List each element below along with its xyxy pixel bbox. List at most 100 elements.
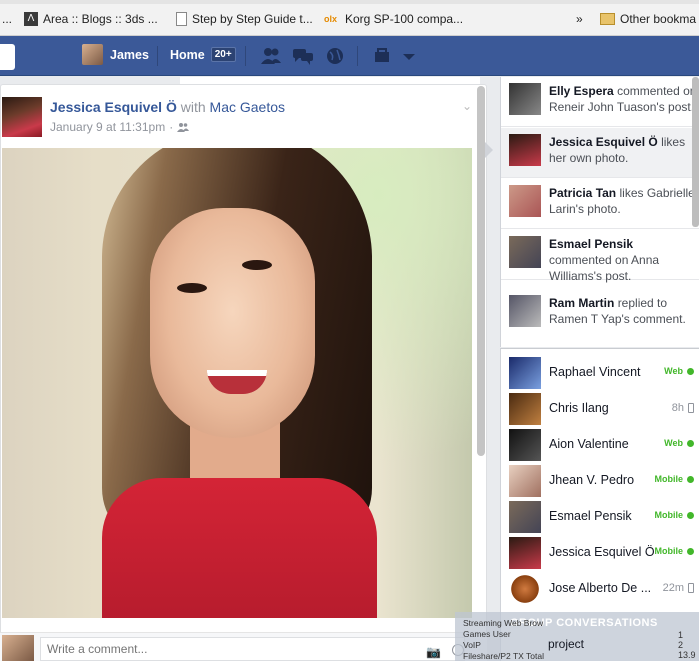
ticker-item[interactable]: Patricia Tan likes Gabrielle Larin's pho… [501,179,699,229]
mobile-phone-icon [688,583,694,593]
folder-icon [600,13,615,25]
contact-status: 8h [672,402,694,414]
home-link[interactable]: Home 20+ [170,47,236,62]
bookmark-item-step-guide[interactable]: Step by Step Guide t... [176,10,313,28]
post-meta: January 9 at 11:31pm · [50,120,190,134]
avatar [509,295,541,327]
contact-name: Aion Valentine [549,437,629,451]
ticker-item[interactable]: Jessica Esquivel Ö likes her own photo. [501,128,699,178]
privacy-shortcuts-icon[interactable] [372,46,394,66]
net-line: Fileshare/P2 TX Total [463,651,588,661]
ticker-item[interactable]: Ram Martin replied to Ramen T Yap's comm… [501,289,699,339]
net-label: VoIP [463,640,481,650]
status-label: Web [664,438,683,448]
post-options-chevron-icon[interactable]: ⌄ [462,99,472,113]
ticker-actor: Ram Martin [549,296,615,310]
status-label: 8h [671,402,684,414]
status-label: Mobile [654,474,684,484]
photo-face [150,208,315,438]
friends-icon[interactable] [177,122,190,132]
corner-value: 13.9 [678,650,696,660]
corner-readout: 1 2 13.9 [678,630,696,660]
notifications-globe-icon[interactable] [324,46,346,66]
net-label: Games [463,629,491,639]
ticker-text: Patricia Tan likes Gabrielle Larin's pho… [549,185,699,217]
area-logo-icon: Λ [24,12,38,26]
ticker-actor: Jessica Esquivel Ö [549,135,658,149]
chat-contact[interactable]: Jose Alberto De ... 22m [501,571,699,607]
chat-contact[interactable]: Jessica Esquivel Ö Mobile [501,535,699,571]
other-bookmarks-label: Other bookma [620,12,697,26]
chat-contact[interactable]: Jhean V. Pedro Mobile [501,463,699,499]
avatar [509,134,541,166]
chat-contact[interactable]: Raphael Vincent Web [501,355,699,391]
contact-name: Jhean V. Pedro [549,473,635,487]
tab-strip-edge [0,0,699,4]
corner-value: 1 [678,630,684,640]
chat-contact[interactable]: Aion Valentine Web [501,427,699,463]
tagged-friend-link[interactable]: Mac Gaetos [210,99,285,115]
net-label: TX Total [512,651,544,661]
comment-input[interactable] [40,637,465,661]
chat-contact[interactable]: Esmael Pensik Mobile [501,499,699,535]
olx-icon: olx [324,14,338,24]
bookmark-label: Step by Step Guide t... [192,12,313,26]
document-icon [176,12,187,26]
ticker-item[interactable]: Elly Espera commented on Reneir John Tua… [501,77,699,127]
contact-name: Chris Ilang [549,401,609,415]
corner-value: 2 [678,640,684,650]
bookmark-item-korg[interactable]: olx Korg SP-100 compa... [324,10,463,28]
ticker-text: Esmael Pensik commented on Anna Williams… [549,236,699,284]
group-conversation-project[interactable]: project [548,637,584,651]
ticker-text: Elly Espera commented on Reneir John Tua… [549,83,699,115]
author-name-link[interactable]: Jessica Esquivel Ö [50,99,177,115]
status-label: Web [664,366,683,376]
mobile-phone-icon [688,403,694,413]
messages-icon[interactable] [292,46,314,66]
author-avatar[interactable] [2,97,42,137]
post-photo[interactable] [2,148,472,618]
search-input[interactable] [0,44,15,70]
bookmark-label: Korg SP-100 compa... [345,12,464,26]
avatar [509,501,541,533]
home-badge: 20+ [210,47,236,62]
profile-link[interactable]: James [82,44,149,65]
meta-separator: · [169,120,174,134]
friend-requests-icon[interactable] [260,46,282,66]
contact-status: Web [664,366,694,376]
avatar [509,185,541,217]
online-dot-icon [687,547,694,555]
avatar [509,465,541,497]
ticker-pointer [485,142,493,158]
ticker-text: Ram Martin replied to Ramen T Yap's comm… [549,295,699,327]
post-date-link[interactable]: January 9 at 11:31pm [50,120,165,134]
post-header: Jessica Esquivel Ö with Mac Gaetos [50,99,285,115]
home-label: Home [170,47,205,62]
contact-status: Mobile [654,474,694,484]
bookmark-item-area[interactable]: Λ Area :: Blogs :: 3ds ... [24,10,158,28]
bookmark-label: ... [2,12,13,26]
contact-name: Raphael Vincent [549,365,641,379]
avatar [509,83,541,115]
online-dot-icon [687,439,694,447]
overflow-label: » [576,12,583,26]
contact-name: Esmael Pensik [549,509,632,523]
contact-status: Web [664,438,694,448]
bookmarks-bar: ... Λ Area :: Blogs :: 3ds ... Step by S… [0,0,699,36]
chat-contact[interactable]: Chris Ilang 8h [501,391,699,427]
bookmark-item-0[interactable]: ... [2,10,12,28]
camera-icon[interactable]: 📷 [426,645,441,659]
ticker-actor: Esmael Pensik [549,237,634,251]
ticker-scrollbar[interactable] [692,77,699,227]
ticker-actor: Patricia Tan [549,186,617,200]
ticker-actor: Elly Espera [549,84,614,98]
ticker-item[interactable]: Esmael Pensik commented on Anna Williams… [501,230,699,283]
with-text: with [180,99,206,115]
chevron-down-icon[interactable] [398,46,420,66]
avatar [509,393,541,425]
feed-scrollbar[interactable] [477,86,485,456]
bookmarks-overflow-chevron[interactable]: » [576,10,583,28]
avatar [82,44,103,65]
other-bookmarks[interactable]: Other bookma [600,10,696,28]
net-label: Web Brow [504,618,544,628]
